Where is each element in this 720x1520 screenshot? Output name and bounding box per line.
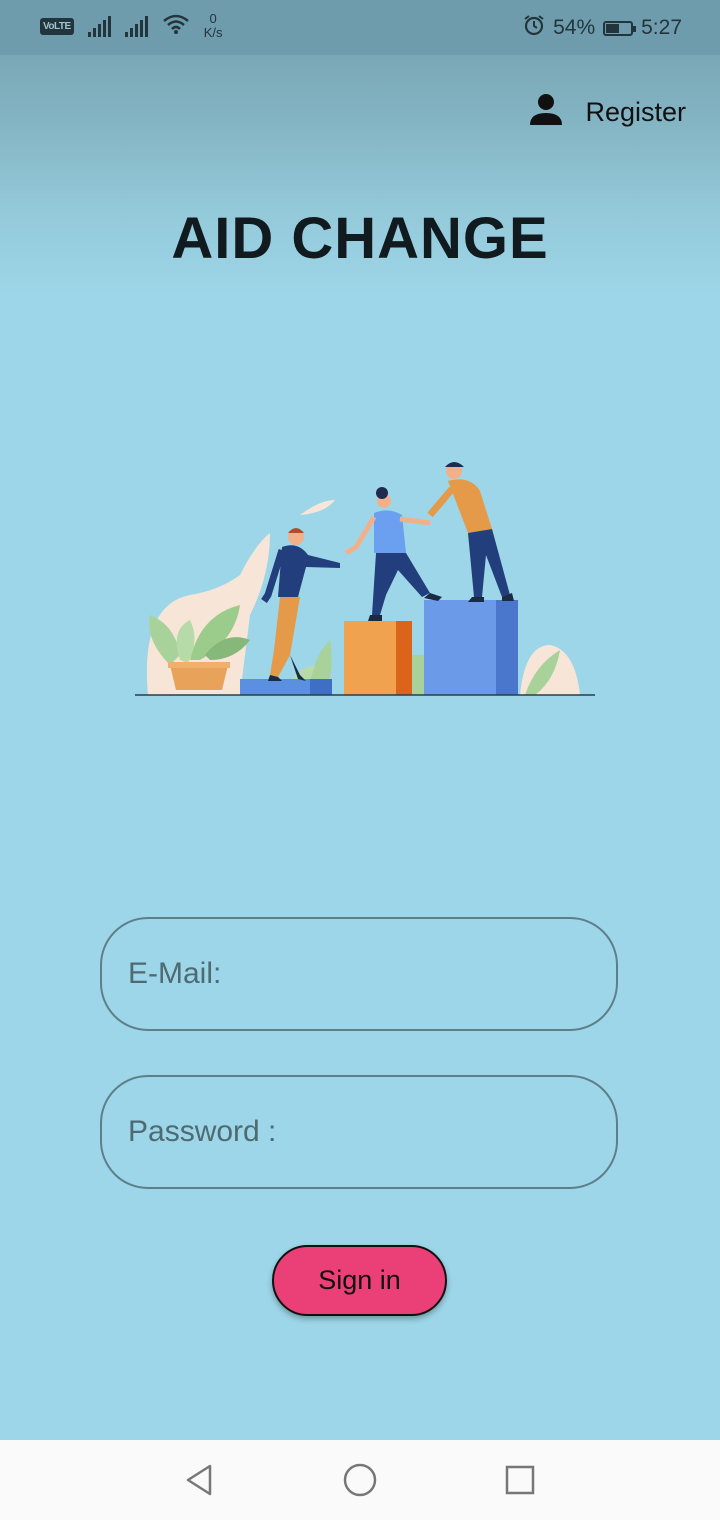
back-icon[interactable]	[180, 1460, 220, 1500]
recents-icon[interactable]	[500, 1460, 540, 1500]
alarm-icon	[523, 14, 545, 42]
wifi-icon	[162, 13, 190, 40]
app-title: AID CHANGE	[171, 206, 549, 271]
network-speed: 0 K/s	[204, 12, 223, 40]
navigation-bar	[0, 1440, 720, 1520]
battery-icon	[603, 20, 637, 36]
status-bar: VoLTE 0 K/s 54% 5:27	[0, 0, 720, 55]
password-field[interactable]	[100, 1075, 618, 1189]
battery-percent: 54%	[553, 16, 596, 39]
volte-badge: VoLTE	[40, 17, 74, 35]
register-label: Register	[585, 97, 686, 127]
home-icon[interactable]	[340, 1460, 380, 1500]
clock: 5:27	[641, 16, 682, 39]
password-input[interactable]	[126, 1114, 616, 1150]
email-field[interactable]	[100, 917, 618, 1031]
speed-unit: K/s	[203, 25, 223, 40]
signal-icon	[87, 15, 111, 37]
person-icon	[529, 92, 563, 133]
teamwork-illustration	[135, 462, 595, 696]
email-input[interactable]	[126, 956, 616, 992]
battery-fill	[606, 23, 620, 33]
register-button[interactable]: Register	[529, 92, 686, 133]
speed-value: 0	[209, 11, 217, 26]
status-right: 54% 5:27	[523, 14, 682, 42]
signal-icon	[124, 15, 148, 37]
sign-in-button[interactable]: Sign in	[272, 1245, 447, 1316]
status-left: VoLTE 0 K/s	[40, 12, 222, 40]
